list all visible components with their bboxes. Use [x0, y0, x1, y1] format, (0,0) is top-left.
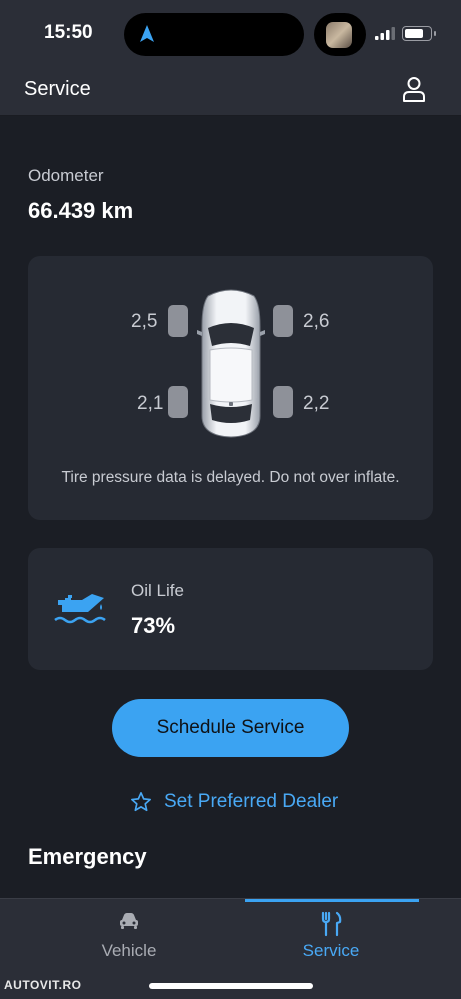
tools-icon [321, 911, 342, 937]
tire-front-left-value: 2,5 [131, 311, 158, 332]
odometer-label: Odometer [28, 166, 104, 185]
star-icon [131, 792, 151, 812]
home-indicator[interactable] [149, 983, 313, 989]
tire-rear-left-icon [168, 386, 188, 418]
oil-can-icon [54, 594, 106, 624]
app-bar: Service [0, 66, 461, 116]
set-preferred-dealer-link[interactable]: Set Preferred Dealer [130, 788, 338, 816]
watermark: AUTOVIT.RO [4, 978, 82, 992]
tab-vehicle[interactable]: Vehicle [44, 899, 214, 969]
status-time: 15:50 [44, 22, 93, 43]
tire-rear-right-icon [273, 386, 293, 418]
schedule-service-button[interactable]: Schedule Service [112, 699, 349, 757]
oil-life-card[interactable]: Oil Life 73% [28, 548, 433, 670]
odometer-value: 66.439 km [28, 198, 134, 223]
live-activity-thumbnail[interactable] [314, 13, 366, 56]
tire-front-right-value: 2,6 [303, 311, 330, 332]
navigation-arrow-icon [140, 25, 154, 42]
page-title: Service [24, 78, 91, 100]
dynamic-island[interactable] [124, 13, 304, 56]
oil-life-value: 73% [131, 613, 176, 638]
tab-service-label: Service [302, 941, 360, 960]
tab-vehicle-label: Vehicle [101, 941, 157, 960]
thumbnail-image [326, 22, 352, 48]
tire-pressure-card[interactable]: 2,5 2,6 2,1 2,2 Tire pressure data is de… [28, 256, 433, 520]
cellular-signal-icon [375, 27, 395, 40]
tire-rear-right-value: 2,2 [303, 393, 330, 414]
status-bar: 15:50 [0, 0, 461, 66]
car-icon [120, 913, 138, 929]
battery-tip [434, 31, 436, 36]
tire-pressure-note: Tire pressure data is delayed. Do not ov… [61, 469, 400, 486]
battery-icon [402, 26, 432, 41]
tire-rear-left-value: 2,1 [137, 393, 164, 414]
tire-front-left-icon [168, 305, 188, 337]
tire-front-right-icon [273, 305, 293, 337]
oil-life-label: Oil Life [131, 581, 184, 600]
person-icon[interactable] [402, 76, 426, 102]
emergency-heading: Emergency [28, 844, 147, 869]
tab-service[interactable]: Service [246, 899, 416, 969]
car-top-view-icon [197, 289, 265, 438]
set-preferred-dealer-label: Set Preferred Dealer [164, 791, 339, 812]
